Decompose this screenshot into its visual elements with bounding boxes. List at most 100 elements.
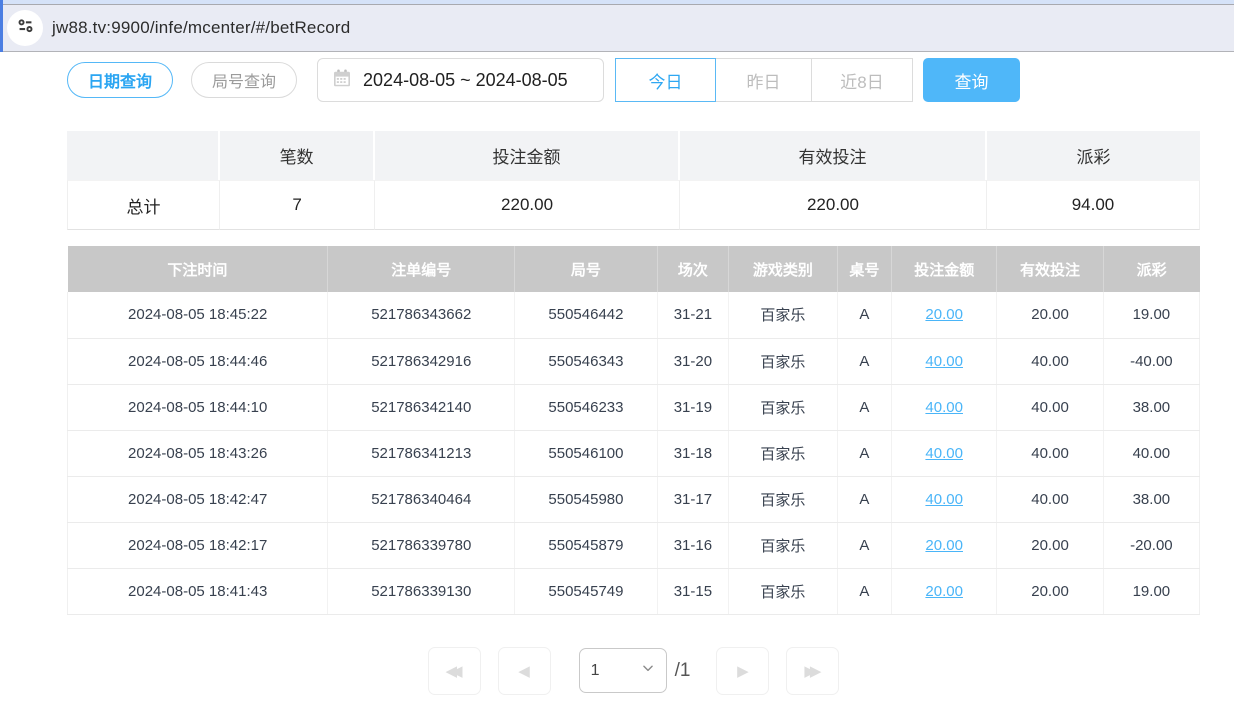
bet-amount-link[interactable]: 20.00 <box>925 583 963 600</box>
cell-table-no: A <box>837 568 891 614</box>
cell-table-no: A <box>837 292 891 338</box>
cell-bet-time: 2024-08-05 18:42:17 <box>68 522 328 568</box>
cell-bet-amount: 40.00 <box>892 430 997 476</box>
pagination: ◀◀ ◀ 1 /1 ▶ ▶▶ <box>67 647 1200 695</box>
quick-range-group: 今日 昨日 近8日 <box>615 58 913 102</box>
cell-game-type: 百家乐 <box>729 338 838 384</box>
bet-table-body: 2024-08-05 18:45:22521786343662550546442… <box>68 292 1200 614</box>
cell-bet-time: 2024-08-05 18:43:26 <box>68 430 328 476</box>
pagination-prev-button[interactable]: ◀ <box>498 647 551 695</box>
summary-header-count: 笔数 <box>220 131 375 180</box>
cell-bet-id: 521786339780 <box>328 522 515 568</box>
url-text[interactable]: jw88.tv:9900/infe/mcenter/#/betRecord <box>52 18 350 38</box>
bet-amount-link[interactable]: 40.00 <box>925 491 963 508</box>
cell-payout: -20.00 <box>1103 522 1199 568</box>
cell-round-no: 550546442 <box>515 292 658 338</box>
cell-bet-time: 2024-08-05 18:41:43 <box>68 568 328 614</box>
browser-url-bar: jw88.tv:9900/infe/mcenter/#/betRecord <box>0 0 1234 52</box>
cell-game-type: 百家乐 <box>729 384 838 430</box>
cell-round-no: 550546233 <box>515 384 658 430</box>
summary-table: 笔数 投注金额 有效投注 派彩 总计 7 220.00 220.00 94.00 <box>67 131 1200 230</box>
cell-bet-id: 521786341213 <box>328 430 515 476</box>
cell-session: 31-19 <box>657 384 728 430</box>
cell-game-type: 百家乐 <box>729 522 838 568</box>
last8days-button[interactable]: 近8日 <box>811 58 913 102</box>
col-header-round-no: 局号 <box>515 246 658 292</box>
pagination-last-button[interactable]: ▶▶ <box>786 647 839 695</box>
site-settings-button[interactable] <box>7 10 43 46</box>
table-row: 2024-08-05 18:45:22521786343662550546442… <box>68 292 1200 338</box>
date-range-value: 2024-08-05 ~ 2024-08-05 <box>363 70 568 91</box>
calendar-icon <box>332 68 363 93</box>
summary-total-count: 7 <box>220 180 375 230</box>
cell-valid-bet: 40.00 <box>997 338 1103 384</box>
cell-session: 31-21 <box>657 292 728 338</box>
cell-bet-id: 521786342140 <box>328 384 515 430</box>
cell-bet-time: 2024-08-05 18:45:22 <box>68 292 328 338</box>
yesterday-button[interactable]: 昨日 <box>715 58 812 102</box>
cell-bet-amount: 40.00 <box>892 384 997 430</box>
cell-payout: -40.00 <box>1103 338 1199 384</box>
table-row: 2024-08-05 18:44:10521786342140550546233… <box>68 384 1200 430</box>
cell-payout: 40.00 <box>1103 430 1199 476</box>
col-header-valid-bet: 有效投注 <box>997 246 1103 292</box>
summary-header-bet-amount: 投注金额 <box>375 131 680 180</box>
cell-bet-time: 2024-08-05 18:44:46 <box>68 338 328 384</box>
summary-total-payout: 94.00 <box>987 180 1200 230</box>
col-header-table-no: 桌号 <box>837 246 891 292</box>
bet-amount-link[interactable]: 40.00 <box>925 399 963 416</box>
page-select-value: 1 <box>591 662 600 680</box>
cell-bet-amount: 40.00 <box>892 338 997 384</box>
table-row: 2024-08-05 18:44:46521786342916550546343… <box>68 338 1200 384</box>
cell-game-type: 百家乐 <box>729 476 838 522</box>
summary-header-row: 笔数 投注金额 有效投注 派彩 <box>67 131 1200 180</box>
cell-round-no: 550545980 <box>515 476 658 522</box>
cell-bet-amount: 20.00 <box>892 568 997 614</box>
chevron-down-icon <box>641 661 655 680</box>
cell-round-no: 550545879 <box>515 522 658 568</box>
tune-icon <box>16 16 35 40</box>
cell-bet-amount: 20.00 <box>892 522 997 568</box>
cell-valid-bet: 20.00 <box>997 568 1103 614</box>
cell-game-type: 百家乐 <box>729 430 838 476</box>
table-row: 2024-08-05 18:41:43521786339130550545749… <box>68 568 1200 614</box>
cell-game-type: 百家乐 <box>729 568 838 614</box>
window-left-accent <box>0 0 3 52</box>
right-arrow-icon: ▶ <box>737 662 749 680</box>
summary-header-valid-bet: 有效投注 <box>680 131 987 180</box>
cell-bet-time: 2024-08-05 18:42:47 <box>68 476 328 522</box>
double-left-arrow-icon: ◀◀ <box>446 662 463 680</box>
bet-record-table: 下注时间 注单编号 局号 场次 游戏类别 桌号 投注金额 有效投注 派彩 202… <box>67 246 1200 615</box>
cell-round-no: 550545749 <box>515 568 658 614</box>
tab-round-query[interactable]: 局号查询 <box>191 62 297 98</box>
pagination-next-button[interactable]: ▶ <box>716 647 769 695</box>
today-button[interactable]: 今日 <box>615 58 716 102</box>
pagination-first-button[interactable]: ◀◀ <box>428 647 481 695</box>
table-row: 2024-08-05 18:42:47521786340464550545980… <box>68 476 1200 522</box>
cell-game-type: 百家乐 <box>729 292 838 338</box>
col-header-bet-id: 注单编号 <box>328 246 515 292</box>
double-right-arrow-icon: ▶▶ <box>804 662 821 680</box>
left-arrow-icon: ◀ <box>518 662 530 680</box>
bet-amount-link[interactable]: 40.00 <box>925 445 963 462</box>
cell-valid-bet: 20.00 <box>997 292 1103 338</box>
cell-session: 31-17 <box>657 476 728 522</box>
tab-date-query[interactable]: 日期查询 <box>67 62 173 98</box>
cell-table-no: A <box>837 384 891 430</box>
summary-total-bet-amount: 220.00 <box>375 180 680 230</box>
bet-amount-link[interactable]: 20.00 <box>925 537 963 554</box>
page-select[interactable]: 1 <box>579 648 667 693</box>
date-range-picker[interactable]: 2024-08-05 ~ 2024-08-05 <box>317 58 604 102</box>
cell-table-no: A <box>837 522 891 568</box>
col-header-bet-time: 下注时间 <box>68 246 328 292</box>
filter-bar: 日期查询 局号查询 2024-08-05 ~ 2024-08-05 <box>67 58 1200 102</box>
cell-valid-bet: 20.00 <box>997 522 1103 568</box>
bet-amount-link[interactable]: 20.00 <box>925 306 963 323</box>
page-total-label: /1 <box>675 660 691 682</box>
cell-bet-amount: 20.00 <box>892 292 997 338</box>
col-header-bet-amount: 投注金额 <box>892 246 997 292</box>
cell-bet-id: 521786343662 <box>328 292 515 338</box>
bet-amount-link[interactable]: 40.00 <box>925 353 963 370</box>
cell-payout: 38.00 <box>1103 384 1199 430</box>
search-button[interactable]: 查询 <box>923 58 1020 102</box>
